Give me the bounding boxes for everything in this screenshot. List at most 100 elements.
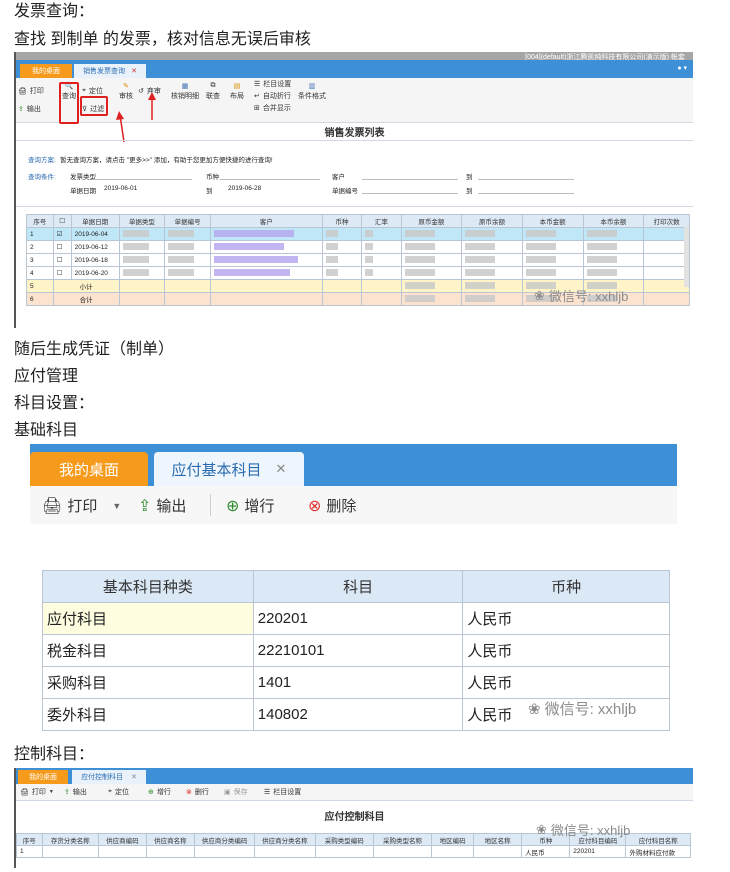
blurred-cell — [461, 266, 523, 280]
subject-code-cell[interactable]: 220201 — [569, 845, 627, 858]
row-checkbox[interactable]: ☑ — [52, 227, 72, 241]
col-header[interactable]: 单据编号 — [164, 214, 212, 228]
text-subject-settings: 科目设置： — [14, 395, 95, 412]
date-from-field[interactable]: 2019-06-01 — [104, 185, 137, 192]
print-button[interactable]: 🖨 打印 ▼ — [42, 495, 121, 516]
col-header-currency[interactable]: 币种 — [462, 570, 670, 603]
close-icon[interactable]: ✕ — [276, 461, 287, 477]
currency-cell[interactable]: 人民币 — [462, 666, 670, 699]
table-row[interactable]: 税金科目 22210101 人民币 — [42, 634, 670, 667]
vertical-scrollbar[interactable] — [684, 227, 689, 287]
table-cell[interactable] — [193, 845, 256, 858]
col-header[interactable]: 应付科目名称 — [625, 833, 691, 846]
col-header[interactable]: 单据类型 — [118, 214, 166, 228]
tab-payable-basic-subjects[interactable]: 应付基本科目 ✕ — [154, 452, 304, 486]
dropdown-arrow-icon[interactable]: ▼ — [49, 789, 54, 795]
column-settings-button[interactable]: ☰ 栏目设置 — [264, 787, 301, 797]
currency-cell[interactable]: 人民币 — [462, 634, 670, 667]
currency-cell[interactable]: 人民币 — [462, 602, 670, 635]
export-button[interactable]: ⇪ 输出 — [64, 787, 87, 797]
wechat-icon: ❀ — [528, 700, 541, 718]
col-header[interactable]: 地区名称 — [473, 833, 523, 846]
blurred-cell — [164, 266, 212, 280]
watermark: ❀ 微信号: xxhljb — [534, 286, 628, 305]
print-button[interactable]: 🖨 打印 ▼ — [20, 787, 54, 797]
table-row[interactable]: 3 ☐ 2019-06-18 — [26, 253, 690, 267]
close-icon[interactable]: ✕ — [131, 773, 137, 781]
subject-code-cell[interactable]: 1401 — [252, 666, 464, 699]
col-header[interactable]: 采购类型编码 — [314, 833, 374, 846]
table-cell[interactable] — [473, 845, 523, 858]
table-cell[interactable] — [372, 845, 433, 858]
subject-code-cell[interactable]: 22210101 — [252, 634, 464, 667]
export-button[interactable]: ⇪ 输出 — [138, 495, 186, 516]
table-cell[interactable] — [97, 845, 147, 858]
delete-row-icon: ⊗ — [186, 789, 192, 796]
col-header[interactable]: 原币金额 — [400, 214, 463, 228]
col-header[interactable]: 序号 — [26, 214, 54, 228]
col-header[interactable]: 币种 — [321, 214, 363, 228]
tab-home[interactable]: 我的桌面 — [30, 452, 148, 486]
add-label: 增行 — [156, 789, 171, 796]
table-row[interactable]: 1 ☑ 2019-06-04 — [26, 227, 690, 241]
row-checkbox[interactable]: ☐ — [52, 240, 72, 254]
delete-row-button[interactable]: ⊗ 删除 — [308, 495, 356, 516]
date-to-field[interactable]: 2019-06-28 — [228, 185, 261, 192]
subject-code-cell[interactable]: 220201 — [252, 602, 464, 635]
col-header[interactable]: 原币余额 — [461, 214, 523, 228]
tab-home[interactable]: 我的桌面 — [18, 770, 68, 784]
save-button[interactable]: ▣ 保存 — [224, 787, 248, 797]
table-cell[interactable] — [254, 845, 316, 858]
query-plan-label: 查询方案: — [28, 157, 56, 164]
col-header-subject-type[interactable]: 基本科目种类 — [42, 570, 254, 603]
table-cell[interactable] — [145, 845, 195, 858]
subject-name-cell[interactable]: 外购材料应付款 — [625, 845, 691, 858]
total-label: 合计 — [52, 292, 120, 306]
blurred-cell — [582, 240, 645, 254]
blurred-cell — [210, 253, 323, 267]
delete-label: 删除 — [326, 498, 357, 515]
table-row[interactable]: 4 ☐ 2019-06-20 — [26, 266, 690, 280]
currency-cell[interactable]: 人民币 — [521, 845, 571, 858]
col-header[interactable]: 供应商分类编码 — [193, 833, 256, 846]
blurred-cell — [210, 240, 323, 254]
blurred-cell — [461, 227, 523, 241]
col-header[interactable]: 本币余额 — [582, 214, 645, 228]
col-header[interactable]: 采购类型名称 — [372, 833, 433, 846]
col-header[interactable]: 供应商名称 — [145, 833, 195, 846]
col-header[interactable]: 单据日期 — [70, 214, 120, 228]
row-checkbox[interactable]: ☐ — [52, 253, 72, 267]
table-cell[interactable] — [431, 845, 475, 858]
locate-button[interactable]: ⌖ 定位 — [108, 787, 129, 797]
table-row[interactable]: 采购科目 1401 人民币 — [42, 666, 670, 699]
tab-payable-control-subjects[interactable]: 应付控制科目 ✕ — [72, 770, 146, 784]
col-header[interactable]: 供应商分类名称 — [254, 833, 316, 846]
col-header[interactable]: 序号 — [16, 833, 43, 846]
col-header[interactable]: 存货分类名称 — [41, 833, 99, 846]
delete-row-button[interactable]: ⊗ 删行 — [186, 787, 209, 797]
blurred-cell — [521, 253, 584, 267]
col-header[interactable]: 打印次数 — [643, 214, 690, 228]
col-header[interactable]: 供应商编码 — [97, 833, 147, 846]
col-header-subject[interactable]: 科目 — [252, 570, 464, 603]
col-header[interactable]: 汇率 — [361, 214, 402, 228]
table-row[interactable]: 1 人民币 220201 外购材料应付款 — [16, 845, 691, 858]
select-all-checkbox[interactable]: ☐ — [52, 214, 72, 228]
blurred-cell — [582, 253, 645, 267]
row-checkbox[interactable]: ☐ — [52, 266, 72, 280]
subject-code-cell[interactable]: 140802 — [252, 698, 464, 731]
subject-type-cell: 应付科目 — [42, 602, 254, 635]
text-basic-subjects: 基础科目 — [14, 422, 79, 439]
col-header[interactable]: 地区编码 — [431, 833, 475, 846]
col-header[interactable]: 客户 — [210, 214, 323, 228]
add-row-button[interactable]: ⊕ 增行 — [226, 495, 274, 516]
row-no: 5 — [26, 279, 54, 293]
blurred-cell — [461, 279, 523, 293]
dropdown-arrow-icon[interactable]: ▼ — [112, 501, 121, 511]
table-row[interactable]: 2 ☐ 2019-06-12 — [26, 240, 690, 254]
table-row[interactable]: 应付科目 220201 人民币 — [42, 602, 670, 635]
table-cell[interactable] — [314, 845, 374, 858]
col-header[interactable]: 本币金额 — [521, 214, 584, 228]
table-cell[interactable] — [41, 845, 99, 858]
add-row-button[interactable]: ⊕ 增行 — [148, 787, 171, 797]
